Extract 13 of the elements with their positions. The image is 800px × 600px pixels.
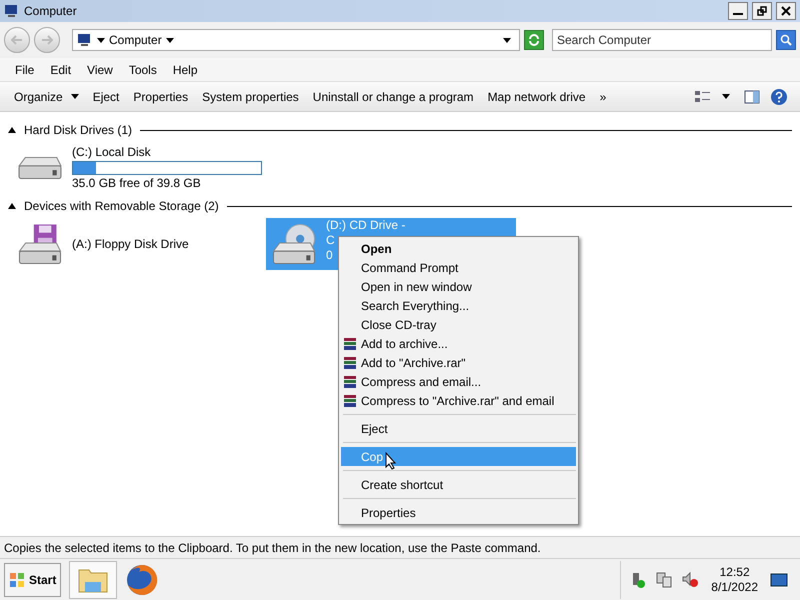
- status-text: Copies the selected items to the Clipboard. To put them in the new location, use the Paste command.: [4, 540, 541, 556]
- drive-info: 0: [326, 248, 333, 263]
- clock-date: 8/1/2022: [711, 580, 758, 594]
- drive-name: (C:) Local Disk: [72, 145, 151, 160]
- address-location: Computer: [109, 32, 162, 49]
- group-heading: Hard Disk Drives (1): [24, 122, 132, 139]
- drive-name: (A:) Floppy Disk Drive: [72, 236, 189, 252]
- group-heading: Devices with Removable Storage (2): [24, 198, 219, 215]
- drive-info: 35.0 GB free of 39.8 GB: [72, 176, 201, 191]
- window-title: Computer: [24, 3, 78, 20]
- drive-name: (D:) CD Drive -: [326, 218, 406, 233]
- drive-info: C: [326, 233, 335, 248]
- clock-time: 12:52: [720, 564, 750, 580]
